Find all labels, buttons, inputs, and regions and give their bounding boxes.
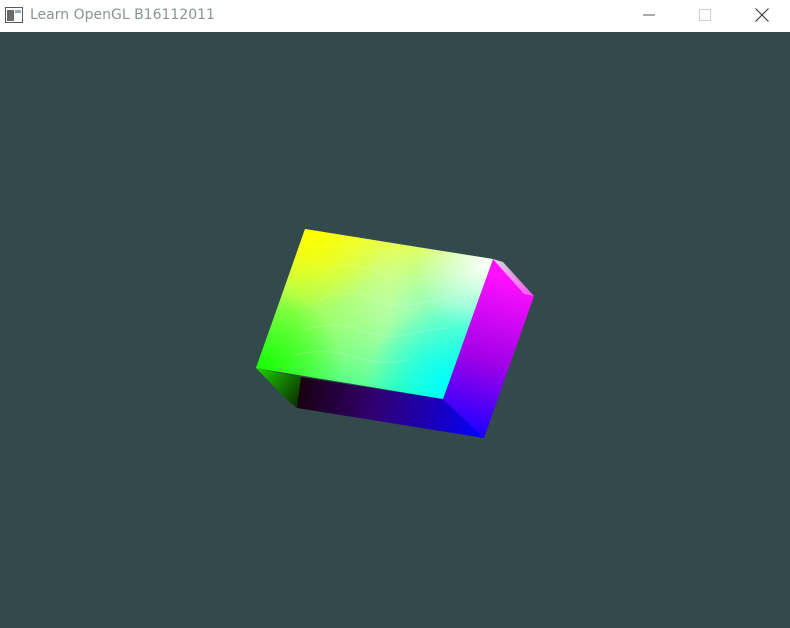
title-bar[interactable]: Learn OpenGL B16112011 xyxy=(0,0,790,32)
minimize-icon xyxy=(643,14,655,16)
close-button[interactable] xyxy=(734,0,790,30)
maximize-button[interactable] xyxy=(677,0,733,30)
opengl-viewport[interactable] xyxy=(0,32,790,628)
maximize-icon xyxy=(699,9,711,21)
app-icon xyxy=(5,7,23,23)
app-window: Learn OpenGL B16112011 xyxy=(0,0,790,628)
minimize-button[interactable] xyxy=(621,0,677,30)
close-icon xyxy=(755,8,769,22)
render-canvas xyxy=(256,229,534,438)
window-title: Learn OpenGL B16112011 xyxy=(30,7,215,23)
